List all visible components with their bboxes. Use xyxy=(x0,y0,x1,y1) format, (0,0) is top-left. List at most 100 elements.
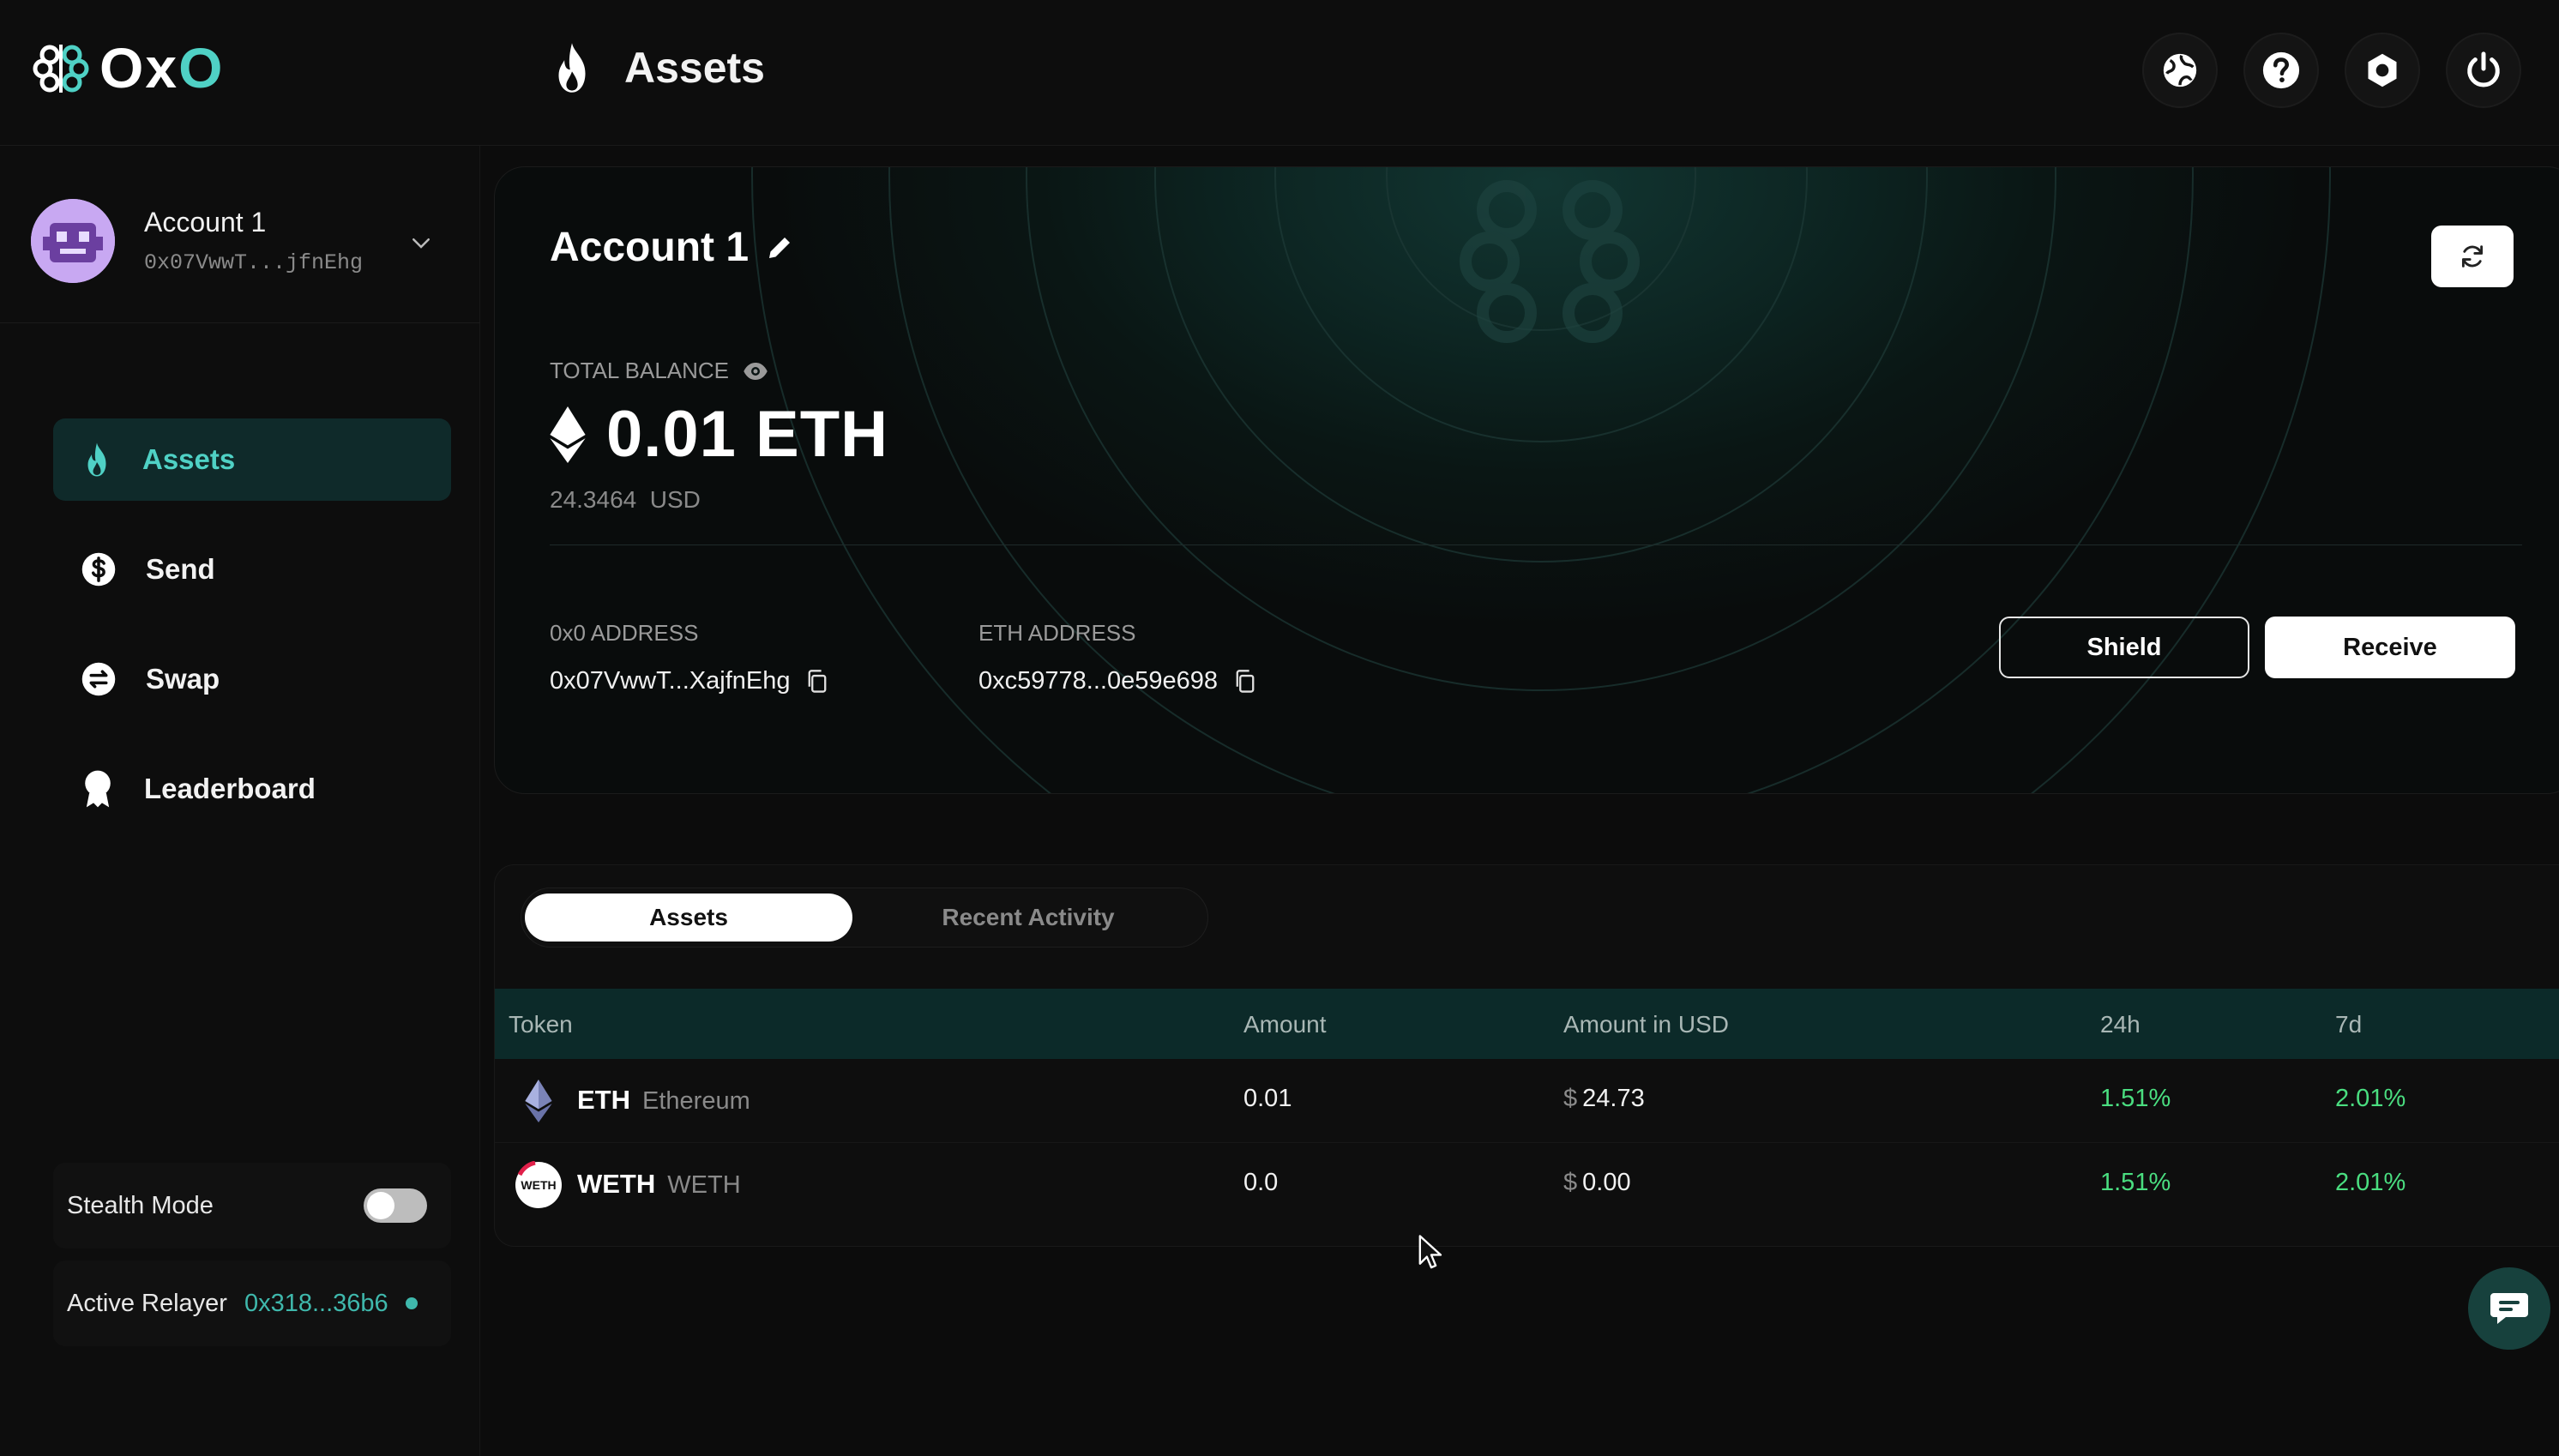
flame-icon xyxy=(87,442,106,477)
active-relayer-row: Active Relayer 0x318...36b6 xyxy=(53,1260,451,1346)
globe-icon xyxy=(2163,53,2197,87)
dollar-circle-icon xyxy=(81,552,116,587)
usd-amount: 24.73 xyxy=(1582,1085,1645,1112)
sidebar-item-swap[interactable]: Swap xyxy=(53,638,451,720)
sidebar-item-send[interactable]: Send xyxy=(53,528,451,611)
change-24h-cell: 1.51% xyxy=(2100,1169,2171,1196)
oxo-address-value: 0x07VwwT...XajfnEhg xyxy=(550,667,791,695)
eth-address-block: ETH ADDRESS 0xc59778...0e59e698 xyxy=(978,620,1257,695)
relayer-address[interactable]: 0x318...36b6 xyxy=(244,1290,388,1318)
hero-account-name: Account 1 xyxy=(550,225,750,270)
currency-symbol: $ xyxy=(1563,1169,1578,1196)
account-address: 0x07VwwT...jfnEhg xyxy=(144,250,364,275)
hero-account-title: Account 1 xyxy=(550,224,795,271)
table-header: Token Amount Amount in USD 24h 7d xyxy=(495,989,2559,1059)
relayer-status-dot xyxy=(405,1297,418,1309)
chat-support-button[interactable] xyxy=(2468,1267,2550,1350)
svg-text:WETH: WETH xyxy=(521,1178,556,1192)
usd-amount: 0.00 xyxy=(1582,1169,1631,1196)
weth-icon: WETH xyxy=(515,1161,562,1208)
sidebar-item-assets[interactable]: Assets xyxy=(53,418,451,501)
weth-token-icon: WETH xyxy=(514,1160,563,1210)
amount-usd-cell: $0.00 xyxy=(1563,1169,1631,1197)
logo-letter-o: O xyxy=(99,36,146,99)
tab-assets[interactable]: Assets xyxy=(525,893,852,942)
column-header-amount: Amount xyxy=(1243,1011,1327,1038)
sidebar-item-label: Swap xyxy=(146,663,220,695)
brain-logo-icon xyxy=(33,45,89,93)
table-row[interactable]: ETH Ethereum 0.01 $24.73 1.51% 2.01% xyxy=(495,1059,2559,1143)
oxo-address-block: 0x0 ADDRESS 0x07VwwT...XajfnEhg xyxy=(550,620,829,695)
language-button[interactable] xyxy=(2142,33,2218,108)
usd-value: 24.3464 xyxy=(550,486,637,513)
settings-button[interactable] xyxy=(2345,33,2420,108)
oxo-address-row: 0x07VwwT...XajfnEhg xyxy=(550,667,829,695)
change-24h-cell: 1.51% xyxy=(2100,1085,2171,1112)
app-logo[interactable]: OxO xyxy=(31,38,224,98)
change-7d-cell: 2.01% xyxy=(2335,1169,2406,1196)
token-cell: ETH Ethereum xyxy=(577,1085,750,1116)
refresh-button[interactable] xyxy=(2431,226,2514,287)
balance-card: Account 1 TOTAL BALANCE 0.01 ETH 24.3464… xyxy=(494,166,2559,794)
chevron-down-icon[interactable] xyxy=(408,230,434,256)
ethereum-icon xyxy=(550,406,586,463)
logout-button[interactable] xyxy=(2446,33,2521,108)
eth-address-label: ETH ADDRESS xyxy=(978,620,1136,646)
sidebar-item-label: Leaderboard xyxy=(144,773,316,804)
sidebar: Account 1 0x07VwwT...jfnEhg Assets Send xyxy=(0,146,480,1456)
receive-button[interactable]: Receive xyxy=(2265,617,2515,678)
column-header-24h: 24h xyxy=(2100,1011,2141,1038)
sidebar-item-leaderboard[interactable]: Leaderboard xyxy=(53,748,451,830)
token-name: Ethereum xyxy=(642,1087,750,1115)
medal-icon xyxy=(85,770,111,808)
column-header-7d: 7d xyxy=(2335,1011,2363,1038)
relayer-label: Active Relayer xyxy=(67,1289,227,1317)
help-button[interactable] xyxy=(2243,33,2319,108)
logo-letter-x: x xyxy=(145,36,179,99)
avatar xyxy=(31,199,115,283)
sidebar-nav: Assets Send Swap Leaderboard xyxy=(53,418,451,857)
copy-icon xyxy=(809,669,827,693)
copy-eth-address-button[interactable] xyxy=(1233,669,1257,695)
flame-icon xyxy=(558,43,586,93)
copy-icon xyxy=(1236,669,1255,693)
currency-symbol: $ xyxy=(1563,1085,1578,1112)
ethereum-token-icon xyxy=(514,1076,563,1126)
account-info: Account 1 0x07VwwT...jfnEhg xyxy=(144,207,363,275)
total-balance-label-row: TOTAL BALANCE xyxy=(550,358,768,384)
power-icon xyxy=(2467,51,2500,87)
page-title: Assets xyxy=(624,44,765,92)
swap-circle-icon xyxy=(81,662,116,696)
balance-row: 0.01 ETH xyxy=(550,397,888,472)
eye-icon[interactable] xyxy=(743,361,768,382)
mouse-cursor-icon xyxy=(1418,1235,1442,1269)
hexagon-settings-icon xyxy=(2368,53,2397,87)
top-icon-bar xyxy=(2142,33,2521,108)
stealth-mode-row: Stealth Mode xyxy=(53,1163,451,1248)
chat-bubble-icon xyxy=(2490,1293,2528,1324)
tab-bar: Assets Recent Activity xyxy=(521,887,1208,948)
ethereum-icon xyxy=(525,1080,552,1122)
account-selector[interactable]: Account 1 0x07VwwT...jfnEhg xyxy=(31,194,451,288)
token-cell: WETH WETH xyxy=(577,1169,741,1200)
tab-recent-activity[interactable]: Recent Activity xyxy=(852,893,1204,942)
stealth-mode-toggle[interactable] xyxy=(364,1188,427,1223)
pencil-edit-icon[interactable] xyxy=(764,232,795,263)
column-header-token: Token xyxy=(509,1011,573,1038)
sidebar-item-label: Send xyxy=(146,553,215,585)
help-icon xyxy=(2262,51,2300,89)
stealth-mode-label: Stealth Mode xyxy=(67,1191,214,1219)
amount-usd-cell: $24.73 xyxy=(1563,1085,1645,1113)
toggle-knob xyxy=(367,1192,394,1219)
shield-button[interactable]: Shield xyxy=(1999,617,2249,678)
change-7d-cell: 2.01% xyxy=(2335,1085,2406,1112)
copy-oxo-address-button[interactable] xyxy=(805,669,829,695)
table-row[interactable]: WETH WETH WETH 0.0 $0.00 1.51% 2.01% xyxy=(495,1143,2559,1227)
page-header: Assets xyxy=(549,41,765,94)
logo-letter-o-accent: O xyxy=(178,36,225,99)
eth-address-row: 0xc59778...0e59e698 xyxy=(978,667,1257,695)
divider xyxy=(0,322,480,323)
eth-address-value: 0xc59778...0e59e698 xyxy=(978,667,1218,695)
token-symbol: ETH xyxy=(577,1085,630,1115)
sidebar-item-label: Assets xyxy=(142,443,236,475)
